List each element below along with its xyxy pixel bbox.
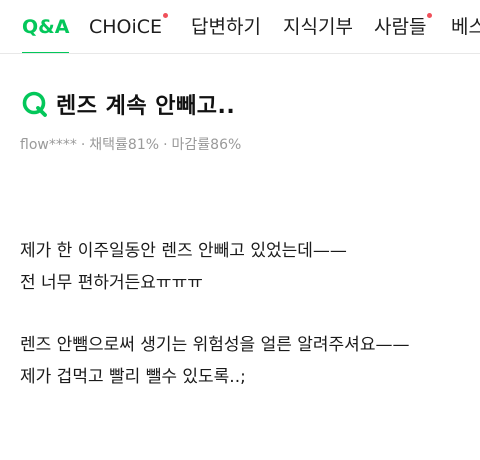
top-tab-bar: Q&A CHOiCE 답변하기 지식기부 사람들 베스 xyxy=(0,0,480,54)
active-tab-underline xyxy=(22,52,70,53)
tab-choice-label: CHOiCE xyxy=(89,16,163,38)
author-name[interactable]: flow**** xyxy=(20,137,77,153)
close-rate: 마감률86% xyxy=(171,137,242,153)
tab-people-new-dot xyxy=(427,13,433,18)
tab-choice-new-dot xyxy=(163,13,169,18)
question-title-text: 렌즈 계속 안빼고.. xyxy=(56,94,236,119)
tab-best[interactable]: 베스 xyxy=(451,14,480,53)
meta-separator: · xyxy=(80,137,86,153)
question-title: 렌즈 계속 안빼고.. xyxy=(20,88,235,120)
tab-qna[interactable]: Q&A xyxy=(22,14,70,53)
tab-donate-label: 지식기부 xyxy=(283,16,353,38)
tab-people[interactable]: 사람들 xyxy=(374,13,433,53)
tab-donate[interactable]: 지식기부 xyxy=(283,14,353,53)
meta-separator: · xyxy=(163,137,168,153)
tab-answer[interactable]: 답변하기 xyxy=(191,14,261,53)
q-letter-icon xyxy=(20,88,50,120)
question-body-line: 렌즈 안뺌으로써 생기는 위험성을 얼른 알려주셔요—— xyxy=(20,335,410,355)
question-body-line: 제가 겁먹고 빨리 뺄수 있도록..; xyxy=(20,367,246,387)
tab-qna-label: Q&A xyxy=(22,16,70,38)
tab-answer-label: 답변하기 xyxy=(191,16,261,38)
question-body-line: 제가 한 이주일동안 렌즈 안빼고 있었는데—— xyxy=(20,241,347,261)
selection-rate: 채택률81% xyxy=(89,137,160,153)
author-meta: flow**** · 채택률81% · 마감률86% xyxy=(20,134,241,154)
tab-people-label: 사람들 xyxy=(374,16,427,38)
tab-best-label: 베스 xyxy=(451,16,480,38)
tab-choice[interactable]: CHOiCE xyxy=(89,13,169,53)
question-body-line: 전 너무 편하거든요ㅠㅠㅠ xyxy=(20,273,203,293)
